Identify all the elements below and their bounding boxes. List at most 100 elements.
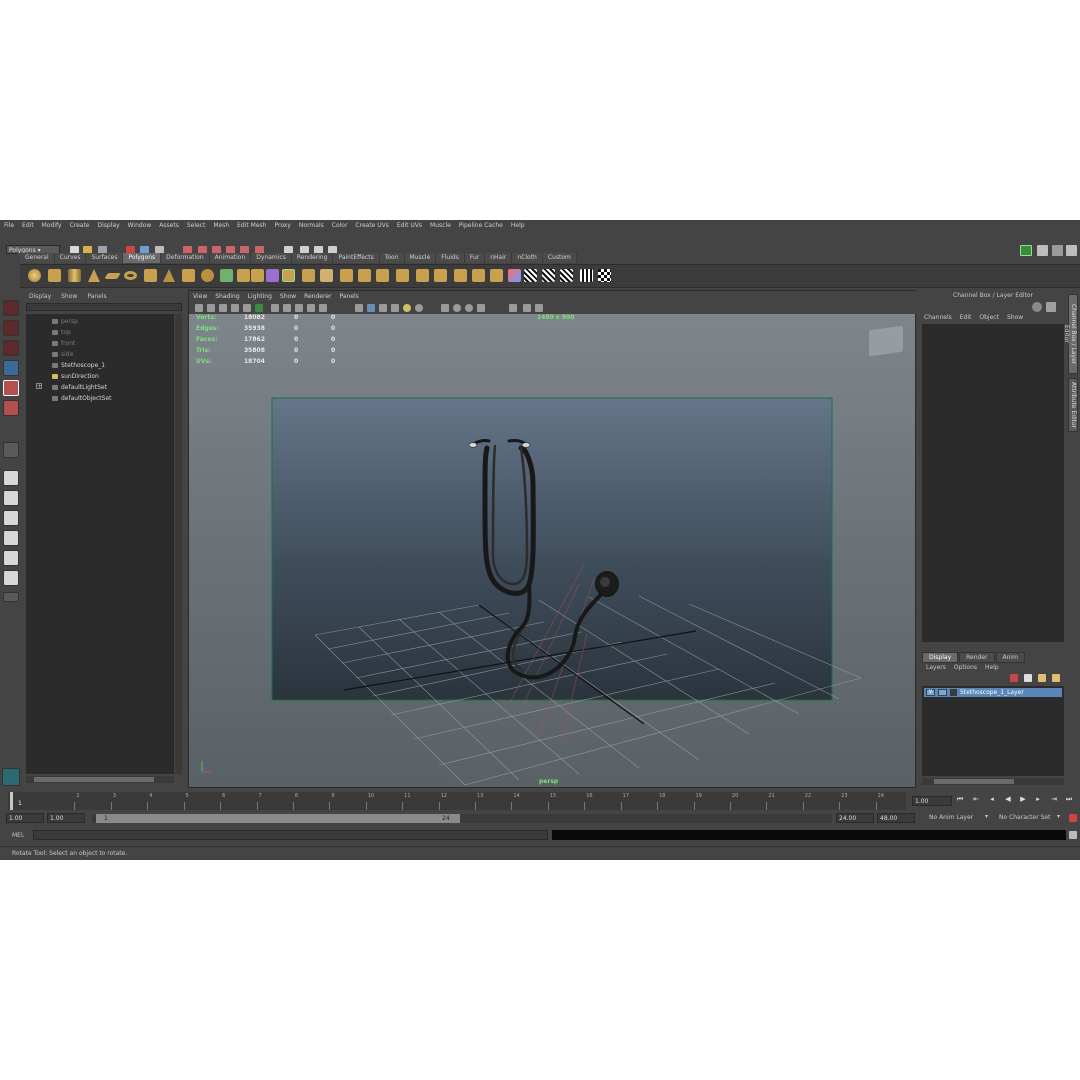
shelf-tab-ncloth[interactable]: nCloth [512, 253, 543, 263]
menu-modify[interactable]: Modify [38, 222, 66, 229]
tab-attribute-editor[interactable]: Attribute Editor [1068, 378, 1078, 432]
paint-select-tool-icon[interactable] [3, 340, 19, 356]
film-gate-icon[interactable] [255, 304, 263, 312]
play-backwards-icon[interactable]: ◀ [1003, 795, 1013, 803]
bevel-icon[interactable] [396, 269, 409, 282]
poly-prism-icon[interactable] [144, 269, 157, 282]
tab-render[interactable]: Render [959, 652, 995, 663]
command-language-label[interactable]: MEL [12, 832, 24, 839]
poly-cylinder-icon[interactable] [68, 269, 81, 282]
xray-icon[interactable] [441, 304, 449, 312]
poly-cube-icon[interactable] [48, 269, 61, 282]
menu-color[interactable]: Color [328, 222, 352, 229]
merge-icon[interactable] [416, 269, 429, 282]
menu-file[interactable]: File [0, 222, 18, 229]
shelf-tab-fur[interactable]: Fur [464, 253, 486, 263]
time-ruler[interactable]: 1 2 3 4 5 6 7 8 9 10 11 12 13 14 15 16 17 18 19 20 21 22 23 24 [8, 792, 906, 810]
layer-template-toggle[interactable] [938, 689, 947, 696]
new-layer-selected-icon[interactable] [1052, 674, 1060, 682]
outliner-menu-display[interactable]: Display [24, 293, 56, 300]
shelf-tab-general[interactable]: General [20, 253, 55, 263]
menu-display[interactable]: Display [94, 222, 124, 229]
step-forward-key-icon[interactable]: ⇥ [1049, 795, 1059, 803]
shadows-icon[interactable] [415, 304, 423, 312]
outliner-item-defaultobjectset[interactable]: defaultObjectSet [52, 395, 112, 402]
spherical-mapping-icon[interactable] [542, 269, 555, 282]
maya-help-icon[interactable] [2, 768, 20, 786]
step-back-frame-icon[interactable]: ◂ [987, 795, 997, 803]
hypershade-layout-icon[interactable] [3, 550, 19, 566]
menu-create-uvs[interactable]: Create UVs [351, 222, 392, 229]
select-tool-icon[interactable] [3, 300, 19, 316]
range-slider-bar[interactable]: 1 24 [96, 814, 460, 823]
menu-muscle[interactable]: Muscle [426, 222, 455, 229]
go-to-end-icon[interactable]: ⏭ [1064, 795, 1074, 803]
viewport-menu-panels[interactable]: Panels [335, 293, 362, 300]
shelf-tab-painteffects[interactable]: PaintEffects [333, 253, 380, 263]
camera-attributes-icon[interactable] [207, 304, 215, 312]
shelf-tab-curves[interactable]: Curves [54, 253, 87, 263]
reverse-normals-icon[interactable] [490, 269, 503, 282]
outliner-item-top[interactable]: top [52, 329, 71, 336]
range-slider-track[interactable]: 1 24 [92, 814, 832, 823]
menu-create[interactable]: Create [66, 222, 94, 229]
menu-assets[interactable]: Assets [155, 222, 183, 229]
viewport-menu-lighting[interactable]: Lighting [244, 293, 276, 300]
scale-tool-icon[interactable] [3, 400, 19, 416]
split-polygon-icon[interactable] [340, 269, 353, 282]
automatic-mapping-icon[interactable] [560, 269, 573, 282]
outliner-item-defaultlightset[interactable]: defaultLightSet [52, 384, 107, 391]
viewport-menu-view[interactable]: View [189, 293, 211, 300]
textured-icon[interactable] [391, 304, 399, 312]
channel-box-menu-channels[interactable]: Channels [920, 314, 956, 321]
menu-pipeline-cache[interactable]: Pipeline Cache [455, 222, 507, 229]
show-channel-box-icon[interactable] [1066, 245, 1077, 256]
viewport-menu-show[interactable]: Show [276, 293, 300, 300]
shelf-tab-custom[interactable]: Custom [542, 253, 577, 263]
insert-edge-loop-icon[interactable] [358, 269, 371, 282]
poly-cone-icon[interactable] [88, 269, 100, 282]
anim-layer-dropdown-icon[interactable]: ▾ [985, 813, 988, 820]
start-time-field[interactable]: 1.00 [6, 813, 44, 823]
collapse-icon[interactable] [454, 269, 467, 282]
layer-visibility-toggle[interactable]: V [926, 689, 935, 696]
command-input[interactable] [33, 830, 548, 840]
menu-edit-uvs[interactable]: Edit UVs [393, 222, 426, 229]
step-back-key-icon[interactable]: ⇤ [971, 795, 981, 803]
safe-action-icon[interactable] [307, 304, 315, 312]
outliner-menu-show[interactable]: Show [56, 293, 82, 300]
layer-menu-help[interactable]: Help [981, 664, 1003, 671]
shelf-tab-muscle[interactable]: Muscle [404, 253, 437, 263]
channel-box-menu-object[interactable]: Object [975, 314, 1003, 321]
extract-icon[interactable] [266, 269, 279, 282]
persp-graph-layout-icon[interactable] [3, 530, 19, 546]
shelf-tab-rendering[interactable]: Rendering [291, 253, 334, 263]
gate-mask-icon[interactable] [283, 304, 291, 312]
menu-help[interactable]: Help [507, 222, 529, 229]
layer-menu-layers[interactable]: Layers [922, 664, 950, 671]
tab-display[interactable]: Display [922, 652, 959, 663]
layer-row[interactable]: V Stethoscope_1_Layer [924, 688, 1062, 697]
menu-edit-mesh[interactable]: Edit Mesh [233, 222, 270, 229]
outliner-item-sundirection[interactable]: sunDirection [52, 373, 99, 380]
move-layer-up-icon[interactable] [1010, 674, 1018, 682]
ambient-occlusion-icon[interactable] [465, 304, 473, 312]
layer-horizontal-scrollbar[interactable] [922, 778, 1064, 785]
auto-key-icon[interactable] [1069, 814, 1077, 822]
shelf-tab-fluids[interactable]: Fluids [436, 253, 465, 263]
show-tool-settings-icon[interactable] [1052, 245, 1063, 256]
select-camera-icon[interactable] [195, 304, 203, 312]
anim-end-field[interactable]: 48.00 [877, 813, 915, 823]
offset-edge-loop-icon[interactable] [376, 269, 389, 282]
poly-helix-icon[interactable] [201, 269, 214, 282]
outliner-vertical-scrollbar[interactable] [175, 314, 182, 774]
wireframe-icon[interactable] [355, 304, 363, 312]
bridge-icon[interactable] [302, 269, 315, 282]
layout-options-icon[interactable] [3, 592, 19, 602]
poly-pyramid-icon[interactable] [163, 269, 175, 282]
single-pane-layout-icon[interactable] [3, 470, 19, 486]
expand-icon[interactable]: + [36, 383, 42, 390]
uv-texture-editor-icon[interactable] [580, 269, 593, 282]
append-polygon-icon[interactable] [320, 269, 333, 282]
merge-to-center-icon[interactable] [434, 269, 447, 282]
